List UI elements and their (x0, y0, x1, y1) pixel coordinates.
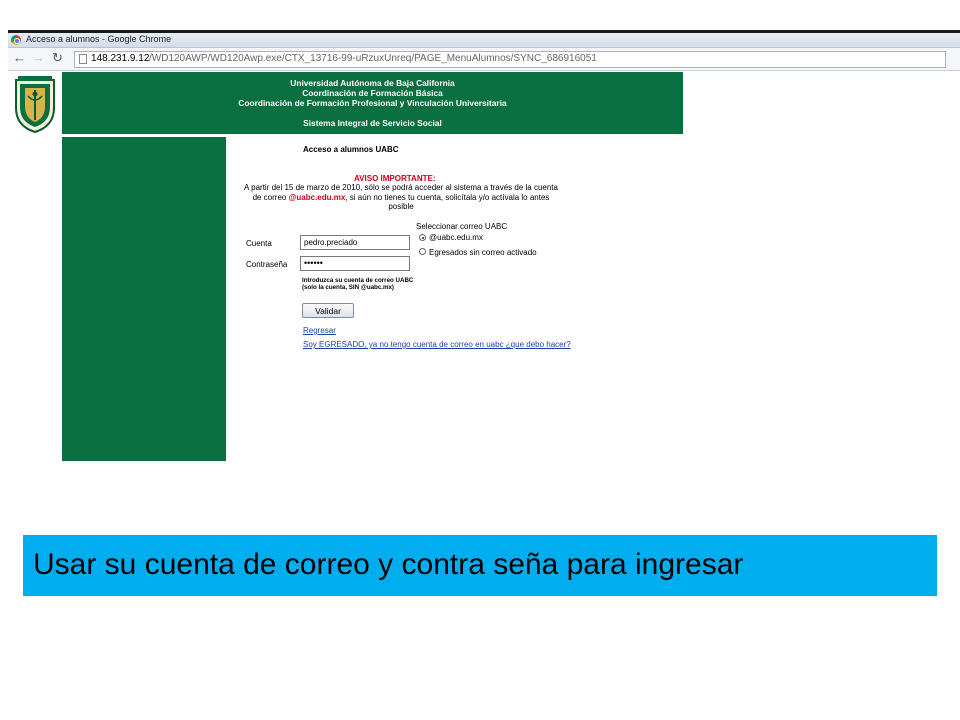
account-label: Cuenta (246, 239, 272, 248)
browser-toolbar: ← → ↻ 148.231.9.12 /WD120AWP/WD120Awp.ex… (8, 48, 960, 71)
browser-title-bar: Acceso a alumnos - Google Chrome (8, 33, 960, 48)
page-icon (79, 54, 87, 64)
notice-title: AVISO IMPORTANTE: (354, 174, 436, 183)
radio-label-uabc[interactable]: @uabc.edu.mx (429, 233, 483, 242)
account-input[interactable] (300, 235, 410, 250)
reload-icon[interactable]: ↻ (52, 51, 63, 65)
password-label: Contraseña (246, 260, 288, 269)
chrome-logo-icon (11, 35, 21, 45)
uabc-crest-logo (15, 76, 55, 134)
password-input[interactable]: •••••• (300, 256, 410, 271)
notice-email: @uabc.edu.mx (288, 192, 346, 202)
university-name: Universidad Autónoma de Baja California (290, 78, 455, 88)
address-bar[interactable]: 148.231.9.12 /WD120AWP/WD120Awp.exe/CTX_… (74, 51, 946, 68)
radio-label-egresados[interactable]: Egresados sin correo activado (429, 248, 537, 257)
email-select-label: Seleccionar correo UABC (416, 222, 508, 231)
back-arrow-icon[interactable]: ← (13, 51, 26, 65)
account-hint-line-1: Introduzca su cuenta de correo UABC (302, 277, 414, 284)
header-banner: Universidad Autónoma de Baja California … (62, 72, 683, 134)
login-title: Acceso a alumnos UABC (303, 145, 399, 154)
window-title: Acceso a alumnos - Google Chrome (26, 34, 172, 44)
header-line-2: Coordinación de Formación Básica (302, 88, 443, 98)
radio-egresados[interactable] (419, 248, 426, 255)
graduate-help-link[interactable]: Soy EGRESADO, ya no tengo cuenta de corr… (303, 340, 571, 349)
validate-button[interactable]: Validar (302, 303, 354, 318)
radio-uabc-edu-mx[interactable] (419, 234, 426, 241)
forward-arrow-icon[interactable]: → (32, 51, 45, 65)
caption-box: Usar su cuenta de correo y contra seña p… (23, 535, 937, 596)
header-line-3: Coordinación de Formación Profesional y … (238, 98, 507, 108)
system-name: Sistema Integral de Servicio Social (303, 118, 442, 128)
left-sidebar (62, 137, 226, 461)
account-hint: Introduzca su cuenta de correo UABC (solo… (302, 277, 414, 291)
url-path: /WD120AWP/WD120Awp.exe/CTX_13716-99-uRzu… (149, 53, 597, 64)
notice-text-part-2: , si aún no tienes tu cuenta, solicítala… (345, 192, 550, 212)
url-host: 148.231.9.12 (91, 53, 150, 64)
notice-text: A partir del 15 de marzo de 2010, sólo s… (240, 183, 562, 212)
account-hint-line-2: (solo la cuenta, SIN @uabc.mx) (302, 284, 394, 291)
caption-text: Usar su cuenta de correo y contra seña p… (33, 548, 744, 581)
back-link[interactable]: Regresar (303, 326, 336, 335)
